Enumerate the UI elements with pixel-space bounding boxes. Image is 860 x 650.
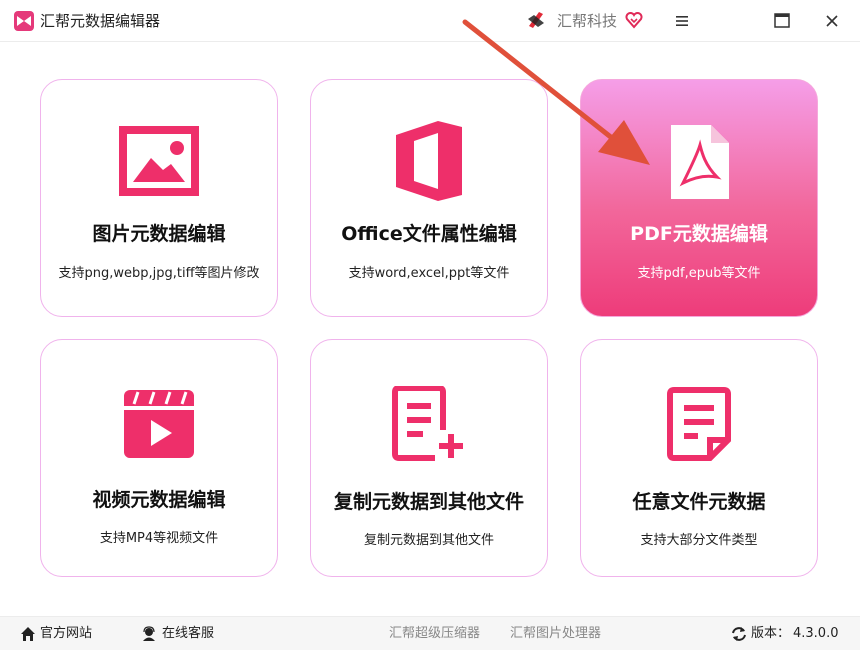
customer-service-icon [143,626,155,641]
version-label: 版本： [751,626,791,641]
copy-doc-icon [392,386,463,461]
title-bar: 汇帮元数据编辑器 汇帮科技 [0,0,860,42]
feature-grid: 图片元数据编辑 支持png,webp,jpg,tiff等图片修改 Office文… [0,42,860,616]
compressor-link[interactable]: 汇帮超级压缩器 [389,626,480,642]
vip-heart-icon[interactable] [625,11,643,29]
online-support-link[interactable]: 在线客服 [162,626,214,642]
status-bar: 官方网站 在线客服 汇帮超级压缩器 汇帮图片处理器 版本： 4.3.0.0 [0,616,860,650]
card-subtitle: 支持pdf,epub等文件 [637,266,761,281]
card-title: 图片元数据编辑 [92,223,226,245]
card-office-properties[interactable]: Office文件属性编辑 支持word,excel,ppt等文件 [310,79,548,317]
brand-name: 汇帮科技 [557,12,618,30]
card-subtitle: 支持MP4等视频文件 [99,531,219,546]
maximize-icon[interactable] [770,9,794,33]
pdf-icon [671,125,729,199]
card-subtitle: 支持png,webp,jpg,tiff等图片修改 [58,266,260,281]
card-subtitle: 支持大部分文件类型 [640,533,758,548]
video-icon [124,390,194,458]
image-icon [119,126,199,196]
home-icon [21,627,35,641]
card-subtitle: 复制元数据到其他文件 [363,533,494,548]
card-title: PDF元数据编辑 [630,223,768,245]
card-title: Office文件属性编辑 [341,223,517,245]
any-file-icon [667,387,731,461]
version-number: 4.3.0.0 [793,626,839,641]
card-image-metadata[interactable]: 图片元数据编辑 支持png,webp,jpg,tiff等图片修改 [40,79,278,317]
office-icon [396,121,462,201]
card-title: 任意文件元数据 [632,491,766,513]
card-title: 视频元数据编辑 [92,489,226,511]
card-video-metadata[interactable]: 视频元数据编辑 支持MP4等视频文件 [40,339,278,577]
card-subtitle: 支持word,excel,ppt等文件 [348,266,510,281]
card-title: 复制元数据到其他文件 [333,491,524,513]
image-processor-link[interactable]: 汇帮图片处理器 [510,626,601,642]
card-copy-metadata[interactable]: 复制元数据到其他文件 复制元数据到其他文件 [310,339,548,577]
brand-logo-icon [528,12,544,28]
card-pdf-metadata[interactable]: PDF元数据编辑 支持pdf,epub等文件 [580,79,818,317]
app-title: 汇帮元数据编辑器 [40,12,161,30]
official-website-link[interactable]: 官方网站 [40,626,92,642]
menu-icon[interactable] [670,9,694,33]
app-logo-icon [14,11,34,31]
card-any-file-metadata[interactable]: 任意文件元数据 支持大部分文件类型 [580,339,818,577]
close-icon[interactable] [820,9,844,33]
refresh-icon[interactable] [731,626,747,642]
